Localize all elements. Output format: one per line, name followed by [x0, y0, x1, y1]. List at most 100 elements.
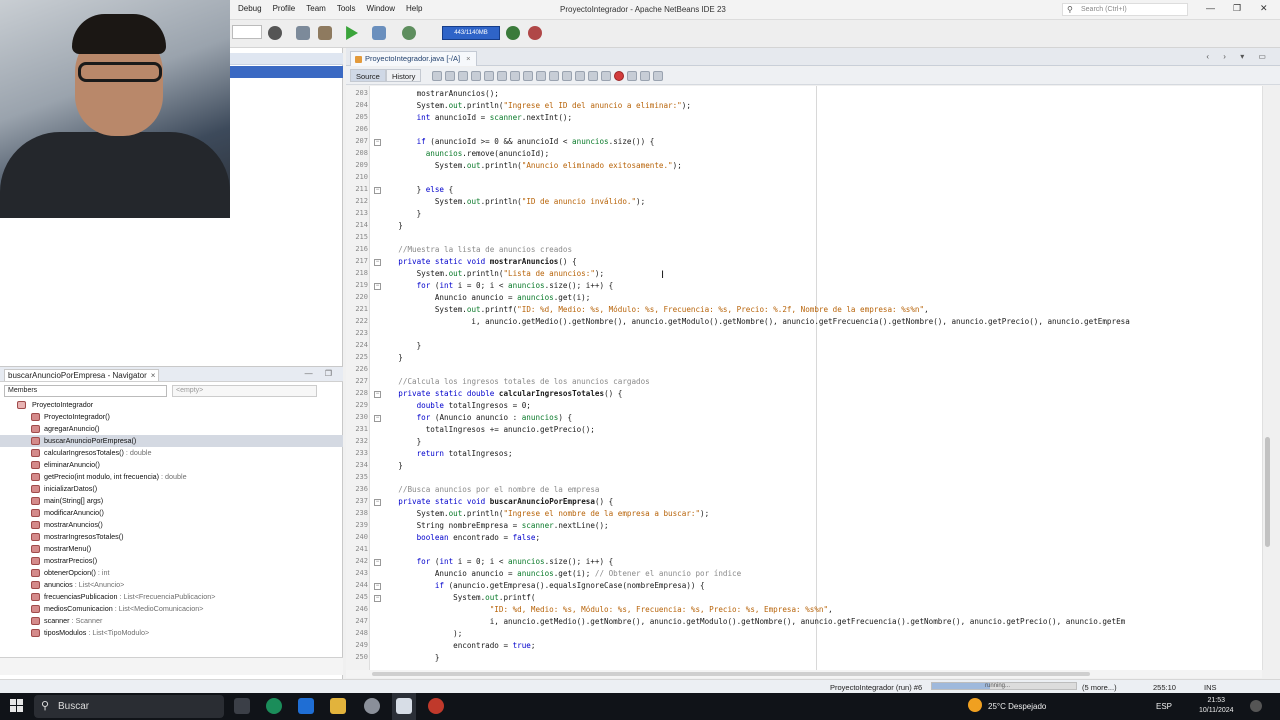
next-bookmark-icon[interactable]	[549, 71, 559, 81]
code-line: Anuncio anuncio = anuncios.get(i);	[380, 293, 591, 302]
navigator-item[interactable]: frecuenciasPublicacion : List<Frecuencia…	[0, 591, 343, 603]
find-next-icon[interactable]	[497, 71, 507, 81]
navigator-item[interactable]: buscarAnuncioPorEmpresa()	[0, 435, 343, 447]
member-icon	[31, 521, 40, 529]
language-indicator[interactable]: ESP	[1156, 702, 1172, 711]
navigator-item[interactable]: getPrecio(int modulo, int frecuencia) : …	[0, 471, 343, 483]
clean-build-icon[interactable]	[318, 26, 332, 40]
more-tasks-link[interactable]: (5 more...)	[1082, 683, 1117, 692]
vertical-scroll-thumb[interactable]	[1265, 437, 1270, 547]
line-number: 223	[355, 329, 368, 337]
editor-tab-bar: ProyectoIntegrador.java [-/A] × ‹ › ▾ ▭	[346, 48, 1280, 66]
line-number: 218	[355, 269, 368, 277]
line-number: 224	[355, 341, 368, 349]
navigator-item[interactable]: ProyectoIntegrador()	[0, 411, 343, 423]
minimize-button[interactable]: —	[1206, 3, 1215, 13]
weather-label[interactable]: 25°C Despejado	[988, 702, 1046, 711]
task-view-icon[interactable]	[234, 698, 250, 714]
netbeans-icon[interactable]	[396, 698, 412, 714]
config-combo[interactable]	[232, 25, 262, 39]
editor-tab-file[interactable]: ProyectoIntegrador.java [-/A] ×	[350, 51, 478, 66]
navigator-item[interactable]: obtenerOpcion() : int	[0, 567, 343, 579]
forward-icon[interactable]	[458, 71, 468, 81]
run-icon[interactable]	[346, 26, 358, 40]
close-icon[interactable]: ×	[151, 371, 156, 380]
source-view-button[interactable]: Source	[350, 69, 386, 82]
navigator-tab[interactable]: buscarAnuncioPorEmpresa - Navigator ×	[4, 369, 160, 381]
gc-icon[interactable]	[506, 26, 520, 40]
windows-start-icon[interactable]	[10, 699, 24, 713]
stop-macro-icon[interactable]	[627, 71, 637, 81]
navigator-item[interactable]: scanner : Scanner	[0, 615, 343, 627]
navigator-item[interactable]: inicializarDatos()	[0, 483, 343, 495]
prev-bookmark-icon[interactable]	[536, 71, 546, 81]
memory-indicator[interactable]: 443/1140MB	[442, 26, 500, 40]
navigator-item[interactable]: calcularIngresosTotales() : double	[0, 447, 343, 459]
search-input[interactable]: ⚲ Search (Ctrl+I)	[1062, 3, 1188, 16]
members-select[interactable]: Members	[4, 385, 167, 397]
debug-icon[interactable]	[372, 26, 386, 40]
vertical-scrollbar[interactable]	[1262, 86, 1280, 670]
record-macro-icon[interactable]	[614, 71, 624, 81]
globe-icon[interactable]	[268, 26, 282, 40]
notification-icon[interactable]	[1250, 700, 1262, 712]
menu-debug[interactable]: Debug	[238, 4, 262, 13]
taskbar-search[interactable]: ⚲ Buscar	[34, 695, 224, 718]
hammer-icon[interactable]	[296, 26, 310, 40]
menu-profile[interactable]: Profile	[273, 4, 296, 13]
comment-icon[interactable]	[588, 71, 598, 81]
navigator-item[interactable]: agregarAnuncio()	[0, 423, 343, 435]
projects-tab[interactable]	[230, 53, 343, 65]
find-icon[interactable]	[471, 71, 481, 81]
project-tree-selection[interactable]	[230, 66, 343, 78]
obs-icon[interactable]	[428, 698, 444, 714]
horizontal-scroll-thumb[interactable]	[372, 672, 1090, 676]
navigator-item[interactable]: tiposModulos : List<TipoModulo>	[0, 627, 343, 639]
navigator-item-type: : List<TipoModulo>	[86, 628, 150, 637]
find-prev-icon[interactable]	[484, 71, 494, 81]
code-line: System.out.println("ID de anuncio inváli…	[380, 197, 646, 206]
navigator-item[interactable]: mostrarAnuncios()	[0, 519, 343, 531]
menu-help[interactable]: Help	[406, 4, 422, 13]
clock[interactable]: 21:53 10/11/2024	[1199, 696, 1234, 716]
diff-prev-icon[interactable]	[653, 71, 663, 81]
uncomment-icon[interactable]	[601, 71, 611, 81]
toggle-highlight-icon[interactable]	[510, 71, 520, 81]
close-tab-icon[interactable]: ×	[466, 54, 470, 63]
navigator-item[interactable]: mostrarMenu()	[0, 543, 343, 555]
history-view-button[interactable]: History	[386, 69, 422, 82]
file-explorer-icon[interactable]	[330, 698, 346, 714]
stop-icon[interactable]	[528, 26, 542, 40]
back-icon[interactable]	[445, 71, 455, 81]
line-number: 245	[355, 593, 368, 601]
toggle-bookmark-icon[interactable]	[523, 71, 533, 81]
menu-team[interactable]: Team	[306, 4, 326, 13]
navigator-item[interactable]: anuncios : List<Anuncio>	[0, 579, 343, 591]
shift-right-icon[interactable]	[575, 71, 585, 81]
maximize-button[interactable]: ❐	[1233, 3, 1241, 14]
panel-controls[interactable]: — ❐	[305, 369, 337, 378]
menu-window[interactable]: Window	[367, 4, 395, 13]
navigator-item[interactable]: eliminarAnuncio()	[0, 459, 343, 471]
empty-select[interactable]: <empty>	[172, 385, 317, 397]
menu-tools[interactable]: Tools	[337, 4, 356, 13]
navigator-item[interactable]: mediosComunicacion : List<MedioComunicac…	[0, 603, 343, 615]
navigator-item[interactable]: mostrarIngresosTotales()	[0, 531, 343, 543]
clock-time: 21:53	[1207, 697, 1226, 704]
navigator-item[interactable]: mostrarPrecios()	[0, 555, 343, 567]
profile-icon[interactable]	[402, 26, 416, 40]
weather-icon[interactable]	[968, 698, 982, 712]
tab-navigation[interactable]: ‹ › ▾ ▭	[1206, 52, 1272, 61]
navigator-item[interactable]: ProyectoIntegrador	[0, 399, 343, 411]
navigator-item[interactable]: modificarAnuncio()	[0, 507, 343, 519]
shift-left-icon[interactable]	[562, 71, 572, 81]
settings-icon[interactable]	[364, 698, 380, 714]
run-task-label[interactable]: ProyectoIntegrador (run) #6	[830, 683, 922, 692]
close-button[interactable]: ✕	[1260, 3, 1268, 14]
edge-icon[interactable]	[266, 698, 282, 714]
outlook-icon[interactable]	[298, 698, 314, 714]
navigator-item[interactable]: main(String[] args)	[0, 495, 343, 507]
last-edit-icon[interactable]	[432, 71, 442, 81]
diff-icon[interactable]	[640, 71, 650, 81]
insert-mode: INS	[1204, 683, 1217, 692]
